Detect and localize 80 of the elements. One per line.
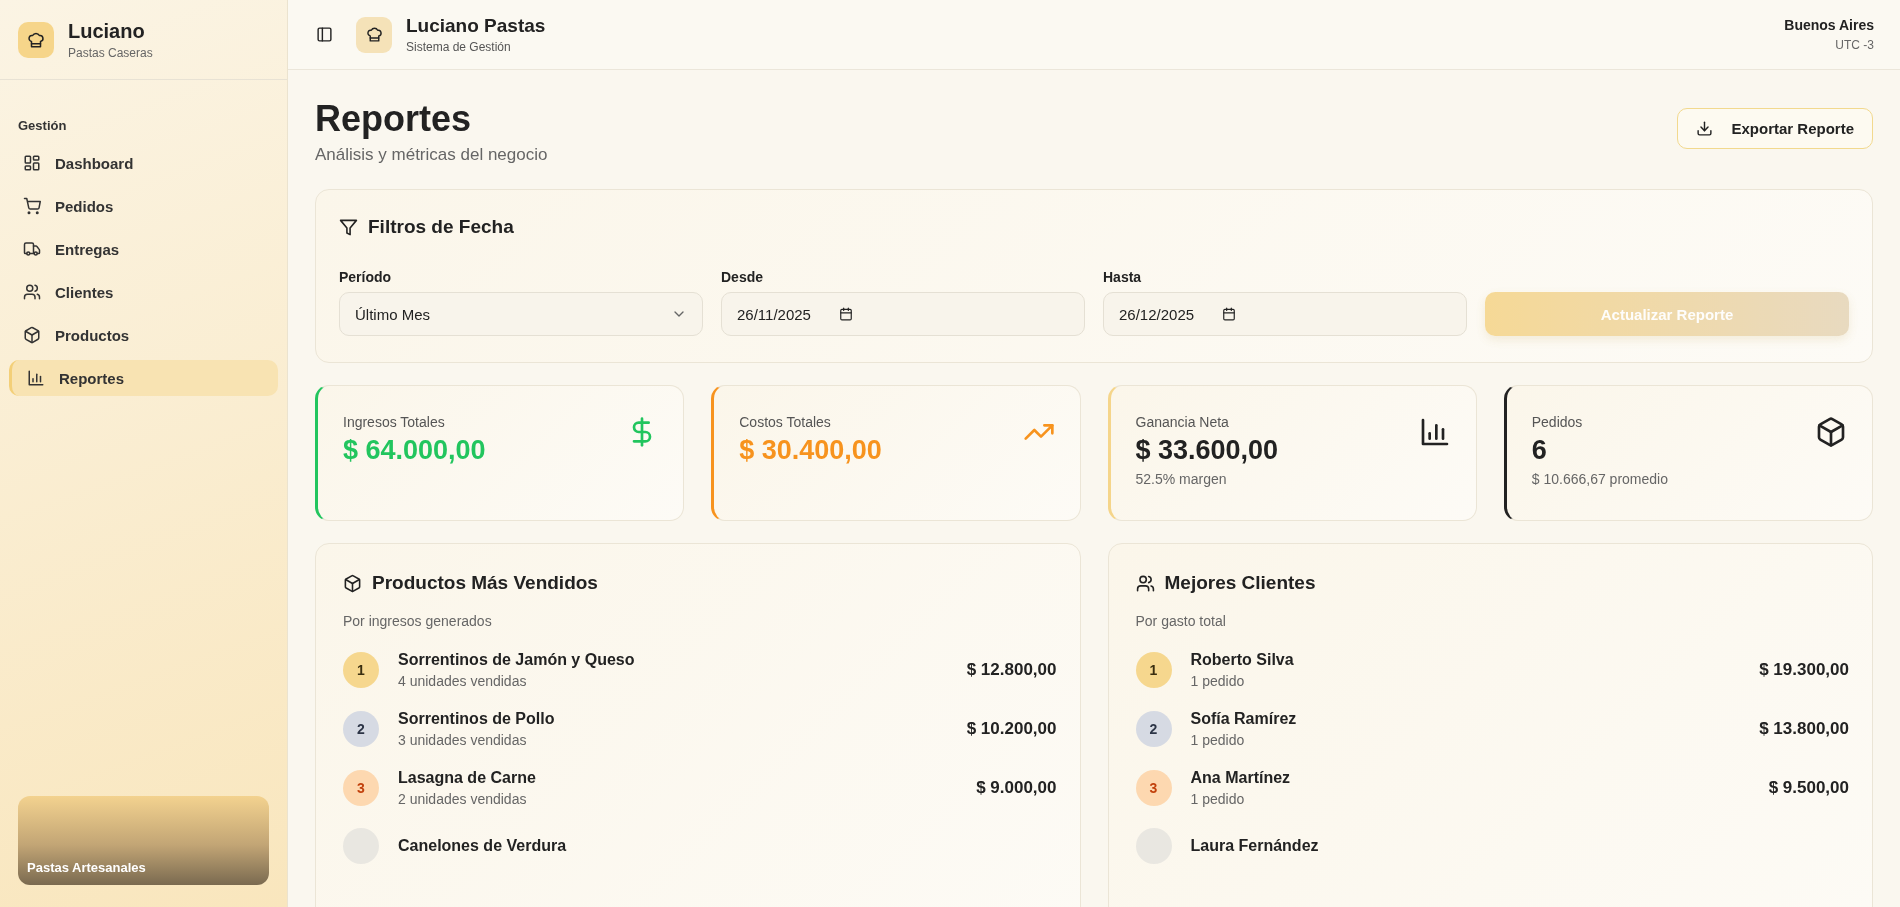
card-subtitle: Por ingresos generados xyxy=(343,613,493,629)
row-detail: 1 pedido xyxy=(1190,673,1246,689)
bar-chart-icon xyxy=(27,369,45,387)
row-name: Canelones de Verdura xyxy=(398,837,568,855)
date-field[interactable]: 26/11/2025 xyxy=(721,292,1085,336)
nav-item[interactable]: Reportes xyxy=(9,360,278,396)
rank-badge: 1 xyxy=(1135,652,1172,688)
card-title: Mejores Clientes xyxy=(1164,572,1316,594)
stat-value: $ 33.600,00 xyxy=(1135,435,1279,466)
stat-label: Ingresos Totales xyxy=(343,414,446,430)
app-subtitle: Sistema de Gestión xyxy=(406,40,512,54)
field-label: Hasta xyxy=(1103,269,1143,285)
stat-value: $ 30.400,00 xyxy=(739,435,882,466)
stat-label: Ganancia Neta xyxy=(1135,414,1230,430)
nav-item[interactable]: Productos xyxy=(9,317,278,353)
export-button[interactable]: Exportar Reporte xyxy=(1677,108,1873,149)
row-name: Lasagna de Carne xyxy=(398,769,537,787)
users-icon xyxy=(1135,573,1155,593)
box-icon xyxy=(23,326,41,344)
field-label: Período xyxy=(339,269,393,285)
row-name: Sorrentinos de Pollo xyxy=(398,710,556,728)
rank-badge: 3 xyxy=(343,770,379,806)
brand-title: Luciano xyxy=(68,19,146,43)
row-detail: 4 unidades vendidas xyxy=(398,673,528,689)
nav-item[interactable]: Pedidos xyxy=(9,188,278,224)
nav-item[interactable]: Entregas xyxy=(9,231,278,267)
row-amount: $ 9.000,00 xyxy=(976,778,1057,798)
row-amount: $ 12.800,00 xyxy=(966,660,1057,680)
timezone-label: UTC -3 xyxy=(1834,38,1874,52)
card-title: Productos Más Vendidos xyxy=(372,572,598,594)
rank-badge: 1 xyxy=(343,652,379,688)
stat-value: $ 64.000,00 xyxy=(343,435,486,466)
brand-subtitle: Pastas Caseras xyxy=(68,45,153,60)
box-icon xyxy=(1815,416,1847,448)
field-label: Desde xyxy=(721,269,765,285)
stat-note: 52.5% margen xyxy=(1135,471,1228,487)
date-field[interactable]: 26/12/2025 xyxy=(1103,292,1467,336)
rank-badge: 2 xyxy=(343,711,379,747)
location-label: Buenos Aires xyxy=(1784,17,1874,33)
stat-note: $ 10.666,67 promedio xyxy=(1531,471,1668,487)
card-subtitle: Por gasto total xyxy=(1135,613,1227,629)
rank-badge: 3 xyxy=(1135,770,1172,806)
period-select[interactable]: Último Mes xyxy=(339,292,703,336)
dashboard-icon xyxy=(23,154,41,172)
filter-icon xyxy=(339,217,358,237)
users-icon xyxy=(23,283,41,301)
row-name: Ana Martínez xyxy=(1190,769,1292,787)
row-detail: 3 unidades vendidas xyxy=(398,732,528,748)
stat-label: Pedidos xyxy=(1531,414,1584,430)
calendar-icon xyxy=(838,307,853,321)
nav-item[interactable]: Dashboard xyxy=(9,145,278,181)
truck-icon xyxy=(23,240,41,258)
stat-label: Costos Totales xyxy=(739,414,832,430)
row-detail: 1 pedido xyxy=(1190,791,1246,807)
calendar-icon xyxy=(1222,307,1237,321)
banner-caption: Pastas Artesanales xyxy=(27,860,146,875)
app-title: Luciano Pastas xyxy=(406,15,546,37)
row-name: Roberto Silva xyxy=(1190,651,1295,669)
chef-hat-icon xyxy=(27,30,45,49)
chef-hat-icon xyxy=(365,26,383,43)
row-amount: $ 10.200,00 xyxy=(966,719,1057,739)
page-subtitle: Análisis y métricas del negocio xyxy=(315,145,548,165)
section-label: Gestión xyxy=(18,118,68,133)
row-detail: 1 pedido xyxy=(1190,732,1246,748)
card-title: Filtros de Fecha xyxy=(368,216,514,238)
download-icon xyxy=(1696,120,1714,137)
rank-badge: 2 xyxy=(1135,711,1172,747)
row-name: Laura Fernández xyxy=(1190,837,1320,855)
row-amount: $ 9.500,00 xyxy=(1768,778,1849,798)
panel-icon xyxy=(315,26,333,43)
nav-item[interactable]: Clientes xyxy=(9,274,278,310)
cart-icon xyxy=(23,197,41,215)
box-icon xyxy=(343,573,362,593)
page-title: Reportes xyxy=(315,98,473,140)
stat-value: 6 xyxy=(1531,435,1548,466)
row-amount: $ 13.800,00 xyxy=(1759,719,1849,739)
row-detail: 2 unidades vendidas xyxy=(398,791,528,807)
row-amount: $ 19.300,00 xyxy=(1759,660,1849,680)
row-name: Sofía Ramírez xyxy=(1190,710,1298,728)
row-name: Sorrentinos de Jamón y Queso xyxy=(398,651,636,669)
